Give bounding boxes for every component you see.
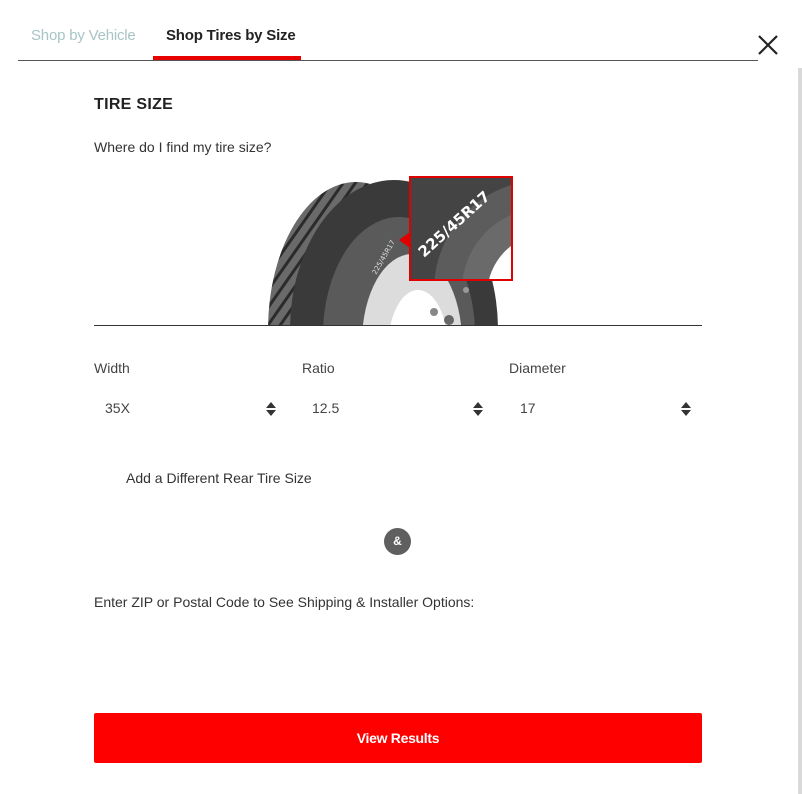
illustration-baseline bbox=[94, 325, 702, 326]
active-tab-indicator bbox=[153, 56, 301, 60]
tire-search-modal: Shop by Vehicle Shop Tires by Size TIRE … bbox=[0, 0, 802, 794]
tab-bar: Shop by Vehicle Shop Tires by Size bbox=[18, 0, 758, 61]
sort-arrows-icon bbox=[473, 402, 483, 416]
ampersand-badge: & bbox=[384, 528, 411, 555]
view-results-button[interactable]: View Results bbox=[94, 713, 702, 763]
add-rear-tire-size-link[interactable]: Add a Different Rear Tire Size bbox=[126, 470, 312, 486]
zip-prompt: Enter ZIP or Postal Code to See Shipping… bbox=[94, 594, 475, 610]
ratio-label: Ratio bbox=[302, 360, 335, 376]
diameter-select[interactable]: 17 bbox=[509, 396, 691, 422]
find-tire-size-link[interactable]: Where do I find my tire size? bbox=[94, 139, 271, 155]
diameter-value: 17 bbox=[520, 400, 536, 416]
sort-arrows-icon bbox=[266, 402, 276, 416]
width-label: Width bbox=[94, 360, 130, 376]
tab-shop-tires-by-size[interactable]: Shop Tires by Size bbox=[166, 27, 296, 44]
width-select[interactable]: 35X bbox=[94, 396, 276, 422]
tab-shop-by-vehicle[interactable]: Shop by Vehicle bbox=[31, 27, 136, 44]
ratio-value: 12.5 bbox=[312, 400, 340, 416]
diameter-label: Diameter bbox=[509, 360, 566, 376]
tire-size-heading: TIRE SIZE bbox=[94, 96, 174, 113]
sort-arrows-icon bbox=[681, 402, 691, 416]
tire-sidewall-illustration: 225/45R17 225/45R17 bbox=[94, 170, 702, 326]
width-value: 35X bbox=[105, 400, 130, 416]
background-page-edge bbox=[798, 68, 802, 794]
close-button[interactable] bbox=[756, 33, 780, 57]
ratio-select[interactable]: 12.5 bbox=[301, 396, 483, 422]
close-icon bbox=[758, 35, 778, 55]
